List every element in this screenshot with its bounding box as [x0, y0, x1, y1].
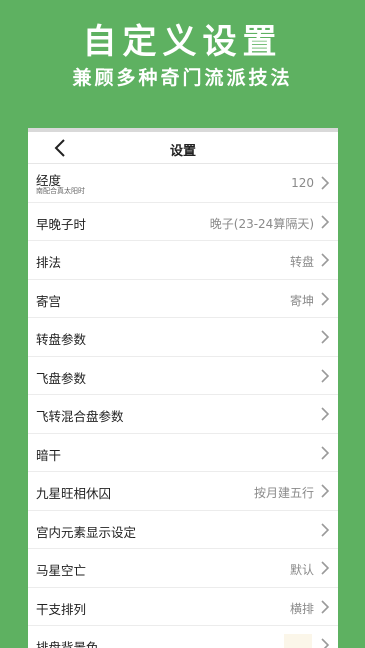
chevron-right-icon: [321, 368, 330, 383]
setting-value: 默认: [289, 563, 314, 577]
chevron-right-icon: [321, 599, 330, 614]
setting-value: 按月建五行: [253, 486, 314, 500]
settings-list: 经度 南配合真太阳时 120 早晚子时 晚子(23-24算隔天) 排法 转盘 寄…: [28, 164, 338, 648]
navbar: 设置: [28, 132, 338, 164]
setting-row-nine-stars[interactable]: 九星旺相休囚 按月建五行: [28, 472, 338, 511]
setting-label: 马星空亡: [36, 563, 87, 578]
setting-row-flying-params[interactable]: 飞盘参数: [28, 357, 338, 395]
chevron-right-icon: [321, 253, 330, 267]
setting-row-mixed-params[interactable]: 飞转混合盘参数: [28, 395, 338, 434]
banner-subtitle: 兼顾多种奇门流派技法: [72, 67, 293, 89]
page-title: 设置: [169, 144, 196, 159]
setting-row-ji-gong[interactable]: 寄宫 寄坤: [28, 280, 338, 318]
setting-value: 横排: [289, 601, 314, 616]
setting-hint: 南配合真太阳时: [36, 187, 85, 195]
chevron-right-icon: [321, 638, 330, 648]
setting-label: 转盘参数: [36, 332, 87, 347]
chevron-right-icon: [321, 561, 330, 575]
setting-row-layout-method[interactable]: 排法 转盘: [28, 241, 338, 280]
setting-value: 120: [291, 176, 314, 190]
setting-row-zi-hour[interactable]: 早晚子时 晚子(23-24算隔天): [28, 203, 338, 241]
setting-label: 宫内元素显示设定: [36, 524, 137, 540]
setting-value: 寄坤: [289, 293, 314, 308]
setting-label: 寄宫: [36, 293, 62, 309]
setting-value: 转盘: [289, 255, 314, 269]
setting-row-palace-display[interactable]: 宫内元素显示设定: [28, 511, 338, 549]
chevron-right-icon: [321, 484, 330, 498]
setting-row-ganzhi-order[interactable]: 干支排列 横排: [28, 588, 338, 626]
chevron-right-icon: [321, 176, 330, 190]
color-swatch: [284, 634, 312, 648]
setting-label: 排法: [36, 255, 62, 270]
settings-screen: 设置 经度 南配合真太阳时 120 早晚子时 晚子(23-24算隔天) 排法 转…: [28, 128, 338, 648]
setting-row-hidden-stem[interactable]: 暗干: [28, 434, 338, 472]
chevron-right-icon: [321, 330, 330, 344]
setting-row-longitude[interactable]: 经度 南配合真太阳时 120: [28, 164, 338, 203]
chevron-right-icon: [321, 214, 330, 229]
banner-title: 自定义设置: [82, 22, 283, 62]
setting-label: 九星旺相休囚: [36, 486, 112, 501]
setting-label: 干支排列: [36, 601, 87, 617]
setting-row-rotating-params[interactable]: 转盘参数: [28, 318, 338, 357]
setting-value: 晚子(23-24算隔天): [209, 216, 314, 231]
setting-label: 排盘背景色: [36, 640, 99, 648]
setting-label: 暗干: [36, 447, 62, 463]
setting-label: 飞盘参数: [36, 370, 87, 386]
setting-label: 飞转混合盘参数: [36, 409, 124, 424]
chevron-right-icon: [321, 445, 330, 460]
setting-row-horse-void[interactable]: 马星空亡 默认: [28, 549, 338, 588]
chevron-right-icon: [321, 291, 330, 306]
chevron-right-icon: [321, 522, 330, 537]
setting-label: 早晚子时: [36, 216, 87, 232]
setting-row-background-color[interactable]: 排盘背景色: [28, 626, 338, 648]
chevron-right-icon: [321, 407, 330, 421]
